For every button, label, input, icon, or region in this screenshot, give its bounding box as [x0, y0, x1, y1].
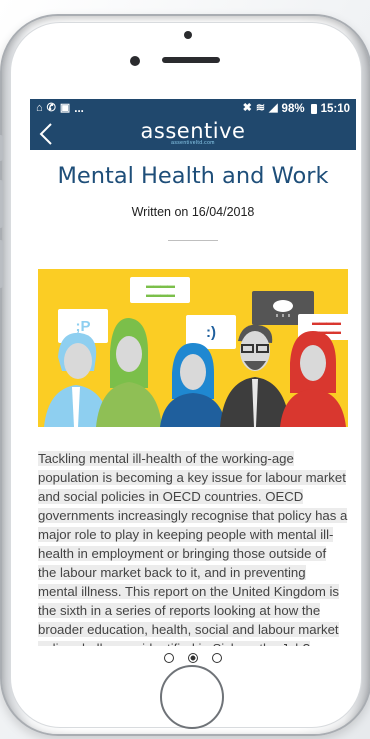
whatsapp-icon: ✆: [46, 102, 56, 114]
home-icon: ⌂: [36, 102, 43, 114]
title-divider: [168, 240, 218, 241]
article-illustration: ;P ▬▬▬▬ ▬▬▬▬ :) ▬▬▬▬ ▬▬▬▬: [38, 269, 348, 427]
app-bar: assentive assentiveltd.com: [30, 118, 356, 150]
person-2: [96, 318, 162, 427]
speech-bubble-dashes: ▬▬▬▬ ▬▬▬▬: [130, 277, 190, 303]
battery-percent: 98%: [281, 102, 305, 115]
earpiece-speaker: [162, 57, 220, 63]
clock: 15:10: [320, 102, 350, 115]
page-dot-2[interactable]: [188, 653, 198, 663]
page-dot-3[interactable]: [212, 653, 222, 663]
article-body: Tackling mental ill-health of the workin…: [38, 449, 348, 670]
gallery-icon: ▣: [59, 102, 71, 114]
article-body-text: Tackling mental ill-health of the workin…: [38, 451, 348, 670]
front-camera: [184, 31, 192, 39]
wifi-icon: ≋: [255, 102, 266, 114]
article-date: Written on 16/04/2018: [131, 205, 255, 219]
home-button[interactable]: [160, 665, 224, 729]
battery-icon: [310, 103, 317, 114]
rain-cloud-icon: [273, 300, 293, 317]
signal-icon: ◢: [269, 102, 278, 114]
mute-vibrate-icon: ✖: [242, 102, 252, 114]
status-bar: ⌂ ✆ ▣ ... ✖ ≋ ◢ 98% 15:10: [30, 99, 356, 118]
more-notifications: ...: [74, 102, 84, 115]
volume-up-button: [0, 180, 3, 228]
article-content: Mental Health and Work Written on 16/04/…: [30, 163, 356, 670]
person-5: [280, 331, 346, 427]
status-bar-left: ⌂ ✆ ▣ ...: [36, 103, 84, 115]
brand-logo: assentive assentiveltd.com: [30, 119, 356, 146]
phone-screen: ⌂ ✆ ▣ ... ✖ ≋ ◢ 98% 15:10 assentive asse…: [30, 99, 356, 670]
mute-switch: [0, 135, 3, 161]
article-title: Mental Health and Work: [57, 163, 329, 189]
proximity-sensor: [130, 56, 140, 66]
volume-down-button: [0, 240, 3, 288]
status-bar-right: ✖ ≋ ◢ 98% 15:10: [243, 103, 350, 115]
page-dot-1[interactable]: [164, 653, 174, 663]
brand-url: assentiveltd.com: [171, 140, 215, 146]
